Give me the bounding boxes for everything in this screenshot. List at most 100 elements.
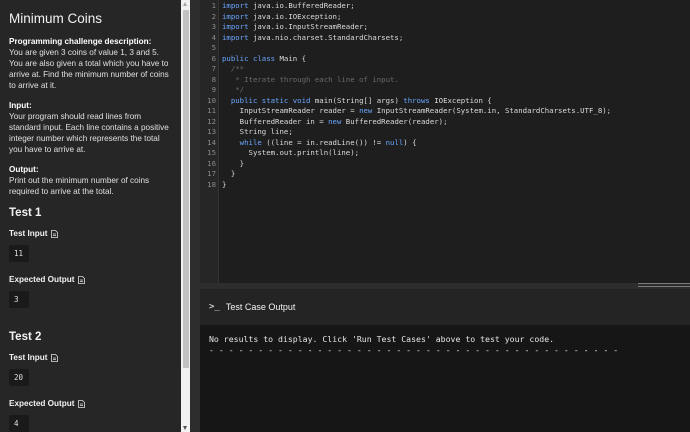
code-token: while bbox=[222, 137, 262, 147]
line-number: 17 bbox=[207, 169, 216, 178]
line-number: 2 bbox=[211, 11, 216, 21]
code-token: } bbox=[222, 179, 227, 189]
code-token: java.nio.charset.StandardCharsets; bbox=[248, 32, 404, 42]
scrollbar-thumb[interactable] bbox=[182, 10, 189, 368]
input-text: Your program should read lines from stan… bbox=[9, 112, 169, 154]
code-line[interactable] bbox=[222, 43, 611, 54]
document-icon[interactable] bbox=[77, 399, 85, 408]
code-token: java.io.IOException; bbox=[248, 11, 342, 21]
code-line[interactable]: InputStreamReader reader = new InputStre… bbox=[222, 106, 611, 117]
test-2: Test 2 Test Input 20 Expected Output 4 bbox=[9, 331, 173, 432]
code-line[interactable]: } bbox=[222, 159, 611, 170]
line-number: 3 bbox=[211, 22, 216, 31]
document-icon[interactable] bbox=[50, 353, 58, 362]
code-line[interactable]: /** bbox=[222, 64, 611, 75]
code-token: Main { bbox=[275, 53, 307, 63]
code-token: System.out.println(line); bbox=[222, 148, 360, 157]
code-line[interactable]: import java.io.BufferedReader; bbox=[222, 1, 611, 12]
test-case-output-panel: >_ Test Case Output No results to displa… bbox=[200, 289, 690, 432]
terminal-prompt-icon: >_ bbox=[209, 302, 220, 312]
line-number: 1 bbox=[211, 1, 216, 10]
line-number: 9 bbox=[211, 85, 216, 94]
expected-output-value: 4 bbox=[9, 415, 29, 432]
input-heading: Input: bbox=[9, 101, 32, 110]
code-line[interactable]: public class Main { bbox=[222, 54, 611, 65]
test-input-label: Test Input bbox=[9, 353, 173, 362]
code-token: */ bbox=[222, 85, 245, 94]
line-number: 11 bbox=[207, 106, 216, 115]
code-token: String line; bbox=[222, 127, 293, 136]
code-token: InputStreamReader(System.in, StandardCha… bbox=[372, 106, 612, 115]
line-number: 10 bbox=[207, 95, 216, 105]
line-number: 18 bbox=[207, 179, 216, 189]
output-body: No results to display. Click 'Run Test C… bbox=[209, 334, 618, 356]
output-heading: Output: bbox=[9, 165, 39, 174]
line-number: 6 bbox=[211, 53, 216, 63]
code-token: public static void bbox=[222, 95, 311, 105]
expected-output-label: Expected Output bbox=[9, 275, 173, 284]
code-line[interactable]: while ((line = in.readLine()) != null) { bbox=[222, 138, 611, 149]
code-token: new bbox=[328, 116, 342, 126]
code-token: IOException { bbox=[429, 95, 492, 105]
line-number: 14 bbox=[207, 137, 216, 147]
code-line[interactable]: * Iterate through each line of input. bbox=[222, 75, 611, 86]
test-input-value: 11 bbox=[9, 245, 29, 262]
code-token: * Iterate through each line of input. bbox=[222, 74, 399, 84]
code-token: ((line = in.readLine()) != bbox=[261, 137, 386, 147]
scroll-up-arrow-icon[interactable] bbox=[183, 2, 187, 6]
line-number: 4 bbox=[211, 32, 216, 42]
line-number: 15 bbox=[207, 148, 216, 157]
code-token: ) { bbox=[403, 137, 417, 147]
code-token: /** bbox=[222, 64, 245, 73]
code-token: } bbox=[222, 169, 236, 178]
test-1: Test 1 Test Input 11 Expected Output 3 bbox=[9, 207, 173, 321]
code-token: } bbox=[222, 158, 245, 168]
code-token: main(String[] args) bbox=[310, 95, 404, 105]
document-icon[interactable] bbox=[50, 229, 58, 238]
line-number: 8 bbox=[211, 74, 216, 84]
code-line[interactable]: */ bbox=[222, 85, 611, 96]
problem-panel: Minimum Coins Programming challenge desc… bbox=[0, 0, 181, 432]
code-token: import bbox=[222, 22, 249, 31]
code-token: import bbox=[222, 1, 249, 10]
code-line[interactable]: public static void main(String[] args) t… bbox=[222, 96, 611, 107]
output-message: No results to display. Click 'Run Test C… bbox=[209, 334, 555, 344]
line-number: 7 bbox=[211, 64, 216, 73]
code-token: null bbox=[385, 137, 404, 147]
code-line[interactable]: } bbox=[222, 180, 611, 191]
code-editor[interactable]: 1 2 3 4 5 6 7 8 9 10 11 12 13 14 15 16 17 18 import java.… bbox=[200, 0, 690, 283]
code-line[interactable]: System.out.println(line); bbox=[222, 148, 611, 159]
problem-panel-scrollbar[interactable] bbox=[181, 0, 190, 432]
panel-divider[interactable] bbox=[190, 0, 200, 432]
problem-title: Minimum Coins bbox=[9, 11, 103, 26]
code-line[interactable]: BufferedReader in = new BufferedReader(r… bbox=[222, 117, 611, 128]
code-token: InputStreamReader reader = bbox=[222, 106, 360, 115]
line-number-gutter: 1 2 3 4 5 6 7 8 9 10 11 12 13 14 15 16 17 18 bbox=[200, 0, 219, 283]
code-token: BufferedReader in = bbox=[222, 116, 329, 126]
scroll-down-arrow-icon[interactable] bbox=[183, 426, 187, 430]
test-title: Test 2 bbox=[9, 331, 42, 343]
output-text: Print out the minimum number of coins re… bbox=[9, 176, 150, 196]
output-title: Test Case Output bbox=[225, 302, 296, 312]
line-number: 13 bbox=[207, 127, 216, 136]
expected-output-value: 3 bbox=[9, 291, 29, 308]
line-number: 12 bbox=[207, 116, 216, 126]
code-line[interactable]: } bbox=[222, 169, 611, 180]
code-token: java.io.InputStreamReader; bbox=[248, 22, 368, 31]
test-title: Test 1 bbox=[9, 207, 42, 219]
document-icon[interactable] bbox=[77, 275, 85, 284]
code-line[interactable]: import java.nio.charset.StandardCharsets… bbox=[222, 33, 611, 44]
code-token: java.io.BufferedReader; bbox=[248, 1, 355, 10]
test-input-label: Test Input bbox=[9, 229, 173, 238]
code-token: throws bbox=[403, 95, 430, 105]
code-text-area[interactable]: import java.io.BufferedReader; import jav… bbox=[222, 1, 611, 190]
description-heading: Programming challenge description: bbox=[9, 37, 152, 46]
line-number: 5 bbox=[211, 43, 216, 52]
code-line[interactable]: String line; bbox=[222, 127, 611, 138]
code-token: new bbox=[359, 106, 373, 115]
description-text: You are given 3 coins of value 1, 3 and … bbox=[9, 48, 169, 90]
code-token: BufferedReader(reader); bbox=[341, 116, 448, 126]
code-line[interactable]: import java.io.InputStreamReader; bbox=[222, 22, 611, 33]
code-line[interactable]: import java.io.IOException; bbox=[222, 12, 611, 23]
line-number: 16 bbox=[207, 158, 216, 168]
